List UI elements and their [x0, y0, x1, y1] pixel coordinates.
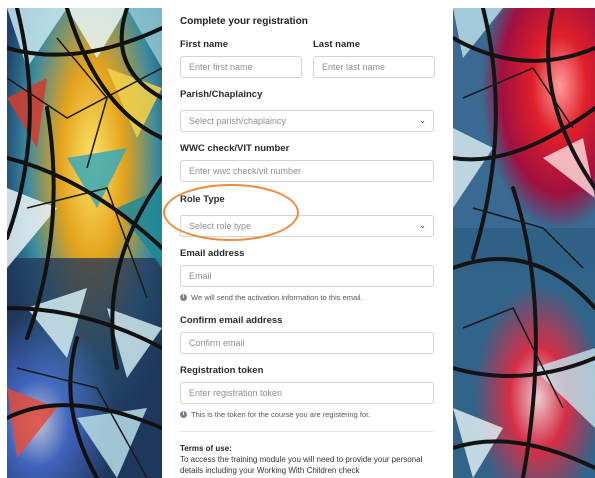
parish-label: Parish/Chaplaincy: [180, 89, 263, 100]
terms-title: Terms of use:: [180, 444, 232, 453]
token-hint: i This is the token for the course you a…: [180, 410, 370, 419]
email-label: Email address: [180, 248, 245, 259]
stained-glass-left-image: [7, 8, 162, 478]
confirm-email-field[interactable]: Confirm email: [180, 332, 434, 354]
email-field[interactable]: Email: [180, 265, 434, 287]
email-hint: i We will send the activation informatio…: [180, 293, 363, 302]
form-title: Complete your registration: [180, 16, 308, 27]
registration-form: Complete your registration First name La…: [162, 0, 453, 478]
confirm-email-label: Confirm email address: [180, 315, 283, 326]
role-type-select-value: Select role type: [189, 221, 252, 231]
chevron-down-icon: ⌄: [419, 221, 426, 230]
last-name-field[interactable]: Enter last name: [313, 56, 435, 78]
divider: [180, 431, 434, 432]
info-icon: i: [180, 411, 187, 418]
stained-glass-right-image: [453, 8, 595, 478]
info-icon: i: [180, 294, 187, 301]
role-type-label: Role Type: [180, 194, 225, 205]
terms-text: To access the training module you will n…: [180, 455, 423, 475]
registration-token-field[interactable]: Enter registration token: [180, 382, 434, 404]
last-name-label: Last name: [313, 39, 360, 50]
chevron-down-icon: ⌄: [419, 116, 426, 125]
wwc-label: WWC check/VIT number: [180, 143, 290, 154]
token-hint-text: This is the token for the course you are…: [191, 410, 371, 419]
email-hint-text: We will send the activation information …: [191, 293, 363, 302]
registration-token-label: Registration token: [180, 365, 264, 376]
first-name-field[interactable]: Enter first name: [180, 56, 302, 78]
role-type-select[interactable]: Select role type ⌄: [180, 215, 434, 237]
wwc-field[interactable]: Enter wwc check/vit number: [180, 160, 434, 182]
parish-select[interactable]: Select parish/chaplaincy ⌄: [180, 110, 434, 132]
first-name-label: First name: [180, 39, 229, 50]
parish-select-value: Select parish/chaplaincy: [189, 116, 287, 126]
